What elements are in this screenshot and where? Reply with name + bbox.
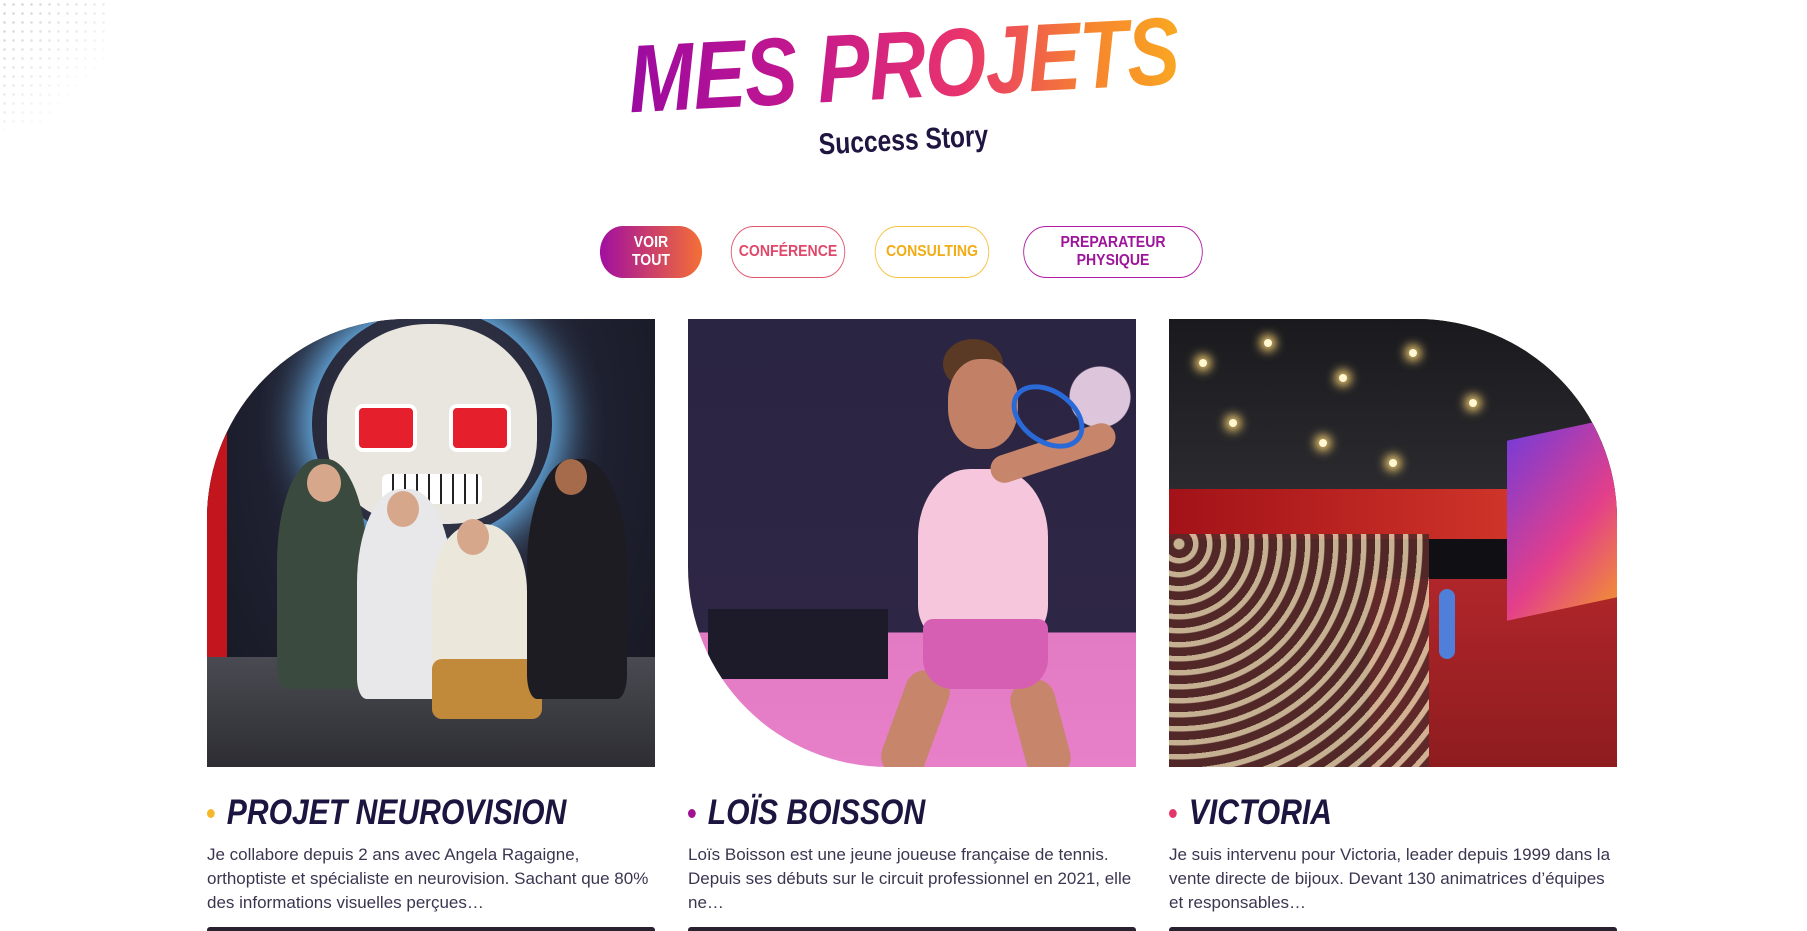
next-row-card-edge — [688, 927, 1136, 931]
filter-consulting-button[interactable]: CONSULTING — [874, 226, 989, 278]
next-row-card-edge — [1169, 927, 1617, 931]
filter-preparateur-physique-button[interactable]: PREPARATEUR PHYSIQUE — [1022, 226, 1203, 278]
project-description-neurovision: Je collabore depuis 2 ans avec Angela Ra… — [207, 845, 649, 912]
project-image-victoria[interactable] — [1169, 319, 1617, 767]
project-title-neurovision[interactable]: PROJET NEUROVISION — [207, 793, 592, 833]
project-description-lois-boisson: Loïs Boisson est une jeune joueuse franç… — [688, 845, 1132, 912]
bullet-dot — [207, 808, 215, 818]
filter-voir-tout-button[interactable]: VOIR TOUT — [599, 226, 702, 278]
filter-conference-button[interactable]: CONFÉRENCE — [730, 226, 845, 278]
filter-bar: VOIR TOUT CONFÉRENCE CONSULTING PREPARAT… — [0, 226, 1807, 278]
project-description-victoria: Je suis intervenu pour Victoria, leader … — [1169, 845, 1611, 912]
project-image-lois-boisson[interactable] — [688, 319, 1136, 767]
project-title-victoria[interactable]: VICTORIA — [1169, 793, 1554, 833]
bullet-dot — [688, 808, 696, 818]
next-row-card-edge — [207, 927, 655, 931]
project-title-lois-boisson[interactable]: LOÏS BOISSON — [688, 793, 1073, 833]
project-card-victoria[interactable]: VICTORIA Je suis intervenu pour Victoria… — [1169, 319, 1617, 915]
page-header: MES PROJETS Success Story — [0, 0, 1807, 170]
project-image-neurovision[interactable] — [207, 319, 655, 767]
project-card-lois-boisson[interactable]: LOÏS BOISSON Loïs Boisson est une jeune … — [688, 319, 1136, 915]
bullet-dot — [1169, 808, 1177, 818]
project-card-neurovision[interactable]: PROJET NEUROVISION Je collabore depuis 2… — [207, 319, 655, 915]
